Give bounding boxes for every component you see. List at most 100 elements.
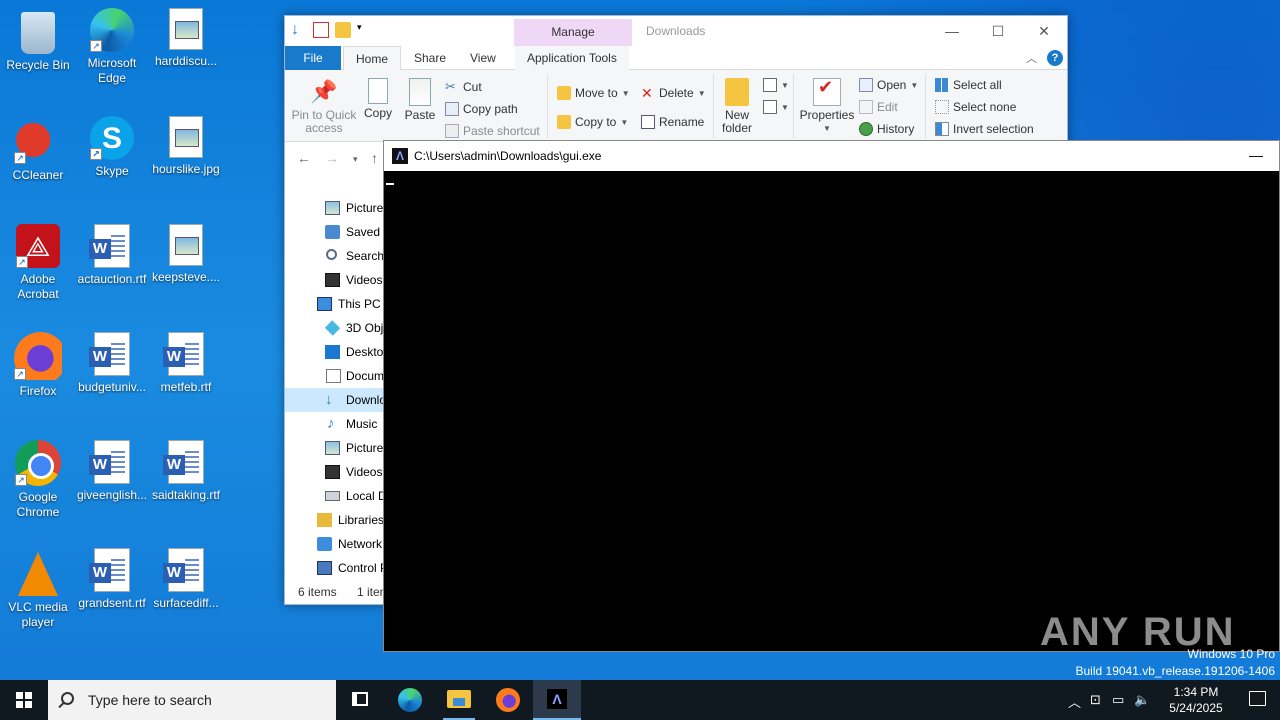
nav-item-music[interactable]: ♪ Music (285, 412, 385, 436)
nav-item-saved-games[interactable]: Saved Games (285, 220, 385, 244)
tab-home[interactable]: Home (343, 46, 402, 71)
nav-item-control-panel[interactable]: Control Panel (285, 556, 385, 580)
customize-dropdown-icon[interactable]: ▾ (357, 22, 367, 38)
tab-view[interactable]: View (458, 46, 508, 70)
recent-locations-icon[interactable]: ▾ (353, 154, 358, 165)
dropdown-arrow-icon: ▼ (697, 88, 706, 98)
desktop-icon-label: actauction.rtf (77, 272, 147, 286)
up-arrow-icon[interactable]: ↑ (371, 150, 378, 166)
select-none-button[interactable]: Select none (935, 98, 1016, 116)
taskbar-gui-exe[interactable]: Λ (533, 680, 581, 720)
desktop-icon-recycle-bin[interactable]: Recycle Bin (0, 8, 76, 73)
desktop-icon-acrobat[interactable]: ⟁ ↗ Adobe Acrobat (0, 224, 76, 302)
taskbar: Type here to search Λ ︿ ⊡ ▭ 🔈 1:34 PM 5/… (0, 680, 1280, 720)
taskbar-file-explorer[interactable] (435, 680, 483, 720)
new-item-button[interactable]: ▼ (763, 76, 789, 94)
invert-selection-button[interactable]: Invert selection (935, 120, 1034, 138)
tab-share[interactable]: Share (402, 46, 458, 70)
ribbon-home: 📌 Pin to Quick access Copy Paste ✂ Cut C… (285, 70, 1067, 142)
move-to-button[interactable]: Move to ▼ (557, 84, 630, 102)
select-all-button[interactable]: Select all (935, 76, 1002, 94)
desktop-icon-harddiscu[interactable]: harddiscu... (148, 8, 224, 69)
back-arrow-icon[interactable]: ← (297, 150, 311, 166)
move-to-label: Move to (575, 86, 618, 100)
history-button[interactable]: History (859, 120, 914, 138)
taskbar-search-box[interactable]: Type here to search (48, 680, 336, 720)
tab-file[interactable]: File (285, 46, 341, 70)
console-output[interactable] (384, 171, 1279, 651)
nav-item-network[interactable]: Network (285, 532, 385, 556)
desktop-icon-ccleaner[interactable]: ↗ CCleaner (0, 116, 76, 183)
desktop-icon-actauction[interactable]: actauction.rtf (74, 224, 150, 287)
new-folder-quick-icon[interactable] (335, 22, 351, 38)
minimize-button[interactable]: — (929, 16, 975, 46)
pictures-icon (325, 441, 340, 455)
cut-button[interactable]: ✂ Cut (445, 78, 482, 96)
desktop-icon-giveenglish[interactable]: giveenglish... (74, 440, 150, 503)
nav-item-libraries[interactable]: Libraries (285, 508, 385, 532)
volume-icon[interactable]: 🔈 (1134, 692, 1150, 708)
desktop-icon-saidtaking[interactable]: saidtaking.rtf (148, 440, 224, 503)
taskbar-firefox[interactable] (484, 680, 532, 720)
minimize-button[interactable]: — (1233, 141, 1279, 171)
copy-button[interactable]: Copy (361, 78, 395, 120)
desktop-icon-keepsteve[interactable]: keepsteve.... (148, 224, 224, 285)
network-icon[interactable]: ▭ (1112, 692, 1124, 708)
nav-item-downloads[interactable]: ↓ Downloads (285, 388, 385, 412)
rename-button[interactable]: Rename (641, 113, 704, 131)
desktop-icon-edge[interactable]: ↗ Microsoft Edge (74, 8, 150, 86)
desktop-icon-chrome[interactable]: ↗ Google Chrome (0, 440, 76, 520)
explorer-titlebar[interactable]: ↓ ▾ Manage Downloads — ☐ ✕ (285, 16, 1067, 46)
nav-item-videos[interactable]: Videos (285, 268, 385, 292)
edit-button[interactable]: Edit (859, 98, 898, 116)
desktop-icon-vlc[interactable]: VLC media player (0, 548, 76, 630)
nav-item-documents[interactable]: Documents (285, 364, 385, 388)
start-button[interactable] (0, 680, 48, 720)
taskbar-edge[interactable] (386, 680, 434, 720)
nav-item-pictures-pc[interactable]: Pictures (285, 436, 385, 460)
pin-quick-access-button[interactable]: 📌 Pin to Quick access (291, 78, 357, 135)
forward-arrow-icon[interactable]: → (325, 150, 339, 166)
desktop-icon-label: Adobe Acrobat (17, 272, 59, 301)
desktop-icon-surfacediff[interactable]: surfacediff... (148, 548, 224, 611)
nav-item-videos-pc[interactable]: Videos (285, 460, 385, 484)
build-text: Build 19041.vb_release.191206-1406 (1075, 664, 1276, 678)
desktop-icon-grandsent[interactable]: grandsent.rtf (74, 548, 150, 611)
desktop-icon-firefox[interactable]: ↗ Firefox (0, 332, 76, 399)
easy-access-button[interactable]: ▼ (763, 98, 789, 116)
nav-item-desktop[interactable]: Desktop (285, 340, 385, 364)
task-view-button[interactable] (336, 680, 384, 720)
device-icon[interactable]: ⊡ (1090, 692, 1101, 708)
tab-application-tools[interactable]: Application Tools (515, 46, 629, 70)
desktop-icon-hourslike[interactable]: hourslike.jpg (148, 116, 224, 177)
properties-button[interactable]: Properties ▼ (799, 78, 855, 135)
rename-label: Rename (659, 115, 705, 129)
copy-to-button[interactable]: Copy to ▼ (557, 113, 628, 131)
properties-quick-icon[interactable] (313, 22, 329, 38)
console-titlebar[interactable]: Λ C:\Users\admin\Downloads\gui.exe — (384, 141, 1279, 171)
desktop-icon-skype[interactable]: S ↗ Skype (74, 116, 150, 179)
delete-button[interactable]: ✕ Delete ▼ (641, 84, 706, 102)
desktop-icon-metfeb[interactable]: metfeb.rtf (148, 332, 224, 395)
copy-path-button[interactable]: Copy path (445, 100, 518, 118)
help-icon[interactable]: ? (1047, 50, 1063, 66)
ribbon-tabs: File Home Share View Application Tools ︿… (285, 46, 1067, 71)
maximize-button[interactable]: ☐ (975, 16, 1021, 46)
desktop-icon-budgetuniv[interactable]: budgetuniv... (74, 332, 150, 395)
nav-item-pictures[interactable]: Pictures (285, 196, 385, 220)
paste-shortcut-button[interactable]: Paste shortcut (445, 122, 540, 140)
console-title: C:\Users\admin\Downloads\gui.exe (414, 149, 602, 163)
paste-button[interactable]: Paste (403, 78, 437, 122)
new-folder-button[interactable]: New folder (719, 78, 755, 135)
nav-item-searches[interactable]: Searches (285, 244, 385, 268)
notification-icon[interactable] (1249, 691, 1266, 706)
nav-item-this-pc[interactable]: This PC (285, 292, 385, 316)
collapse-ribbon-icon[interactable]: ︿ (1026, 50, 1037, 66)
clock[interactable]: 1:34 PM 5/24/2025 (1166, 684, 1226, 716)
open-button[interactable]: Open ▼ (859, 76, 918, 94)
nav-item-3d-objects[interactable]: 3D Objects (285, 316, 385, 340)
close-button[interactable]: ✕ (1021, 16, 1067, 46)
show-hidden-icons-icon[interactable]: ︿ (1068, 692, 1081, 711)
nav-item-local-disk[interactable]: Local Disk (C:) (285, 484, 385, 508)
videos-icon (325, 273, 340, 287)
